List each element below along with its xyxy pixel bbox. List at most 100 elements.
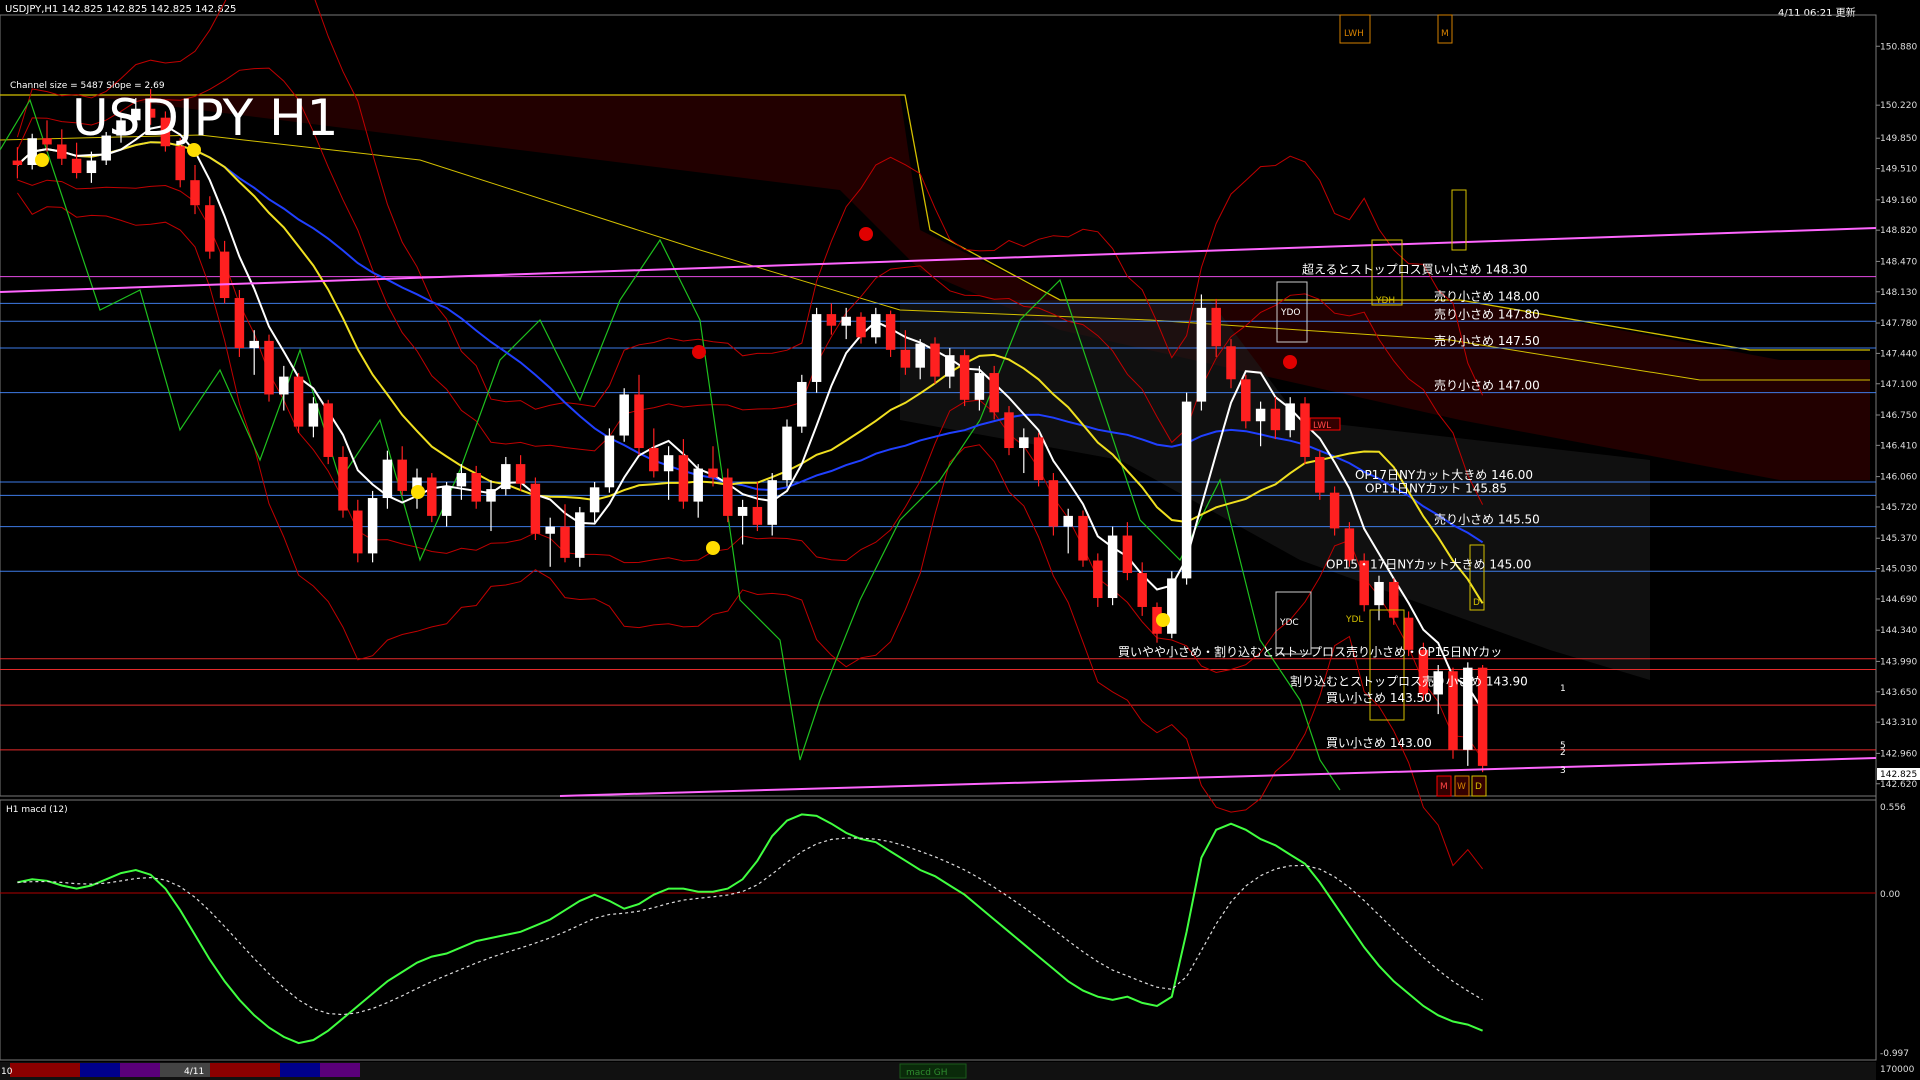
candle-body xyxy=(1255,408,1266,422)
indicator-title: H1 macd (12) xyxy=(6,805,68,815)
level-label: OP11日NYカット 145.85 xyxy=(1365,481,1507,495)
level-label: 買い小さめ 143.00 xyxy=(1326,736,1432,750)
indicator-plot-frame xyxy=(0,799,1877,1061)
candle-body xyxy=(205,205,215,252)
candle-body xyxy=(989,373,999,413)
macd-axis-top: 0.556 xyxy=(1880,803,1906,813)
candle-body xyxy=(86,160,97,174)
candle-body xyxy=(945,355,955,377)
price-tick-label: 142.960 xyxy=(1880,749,1917,759)
svg-text:1: 1 xyxy=(1560,684,1566,694)
candle-body xyxy=(930,343,940,377)
candle-body xyxy=(782,426,792,481)
svg-text:M: M xyxy=(1441,29,1449,39)
svg-text:YDC: YDC xyxy=(1279,618,1299,628)
candle-body xyxy=(1137,573,1147,607)
level-label: 買い小さめ 143.50 xyxy=(1326,691,1432,705)
candle-body xyxy=(1389,581,1399,618)
timebar-date-label: 4/11 xyxy=(184,1067,204,1077)
candle-body xyxy=(797,381,807,427)
level-label: 割り込むとストップロス売り小さめ 143.90 xyxy=(1290,673,1528,688)
candle-body xyxy=(1181,401,1192,579)
current-price-label: 142.825 xyxy=(1880,770,1917,780)
candle-body xyxy=(1211,307,1221,347)
candle-body xyxy=(1033,437,1044,481)
candle-body xyxy=(234,298,245,349)
candle-body xyxy=(382,459,393,499)
candle-body xyxy=(723,477,733,516)
price-tick-label: 146.410 xyxy=(1880,441,1917,451)
candle-body xyxy=(663,455,674,472)
price-tick-label: 150.220 xyxy=(1880,101,1917,111)
indicator-tab-label: macd GH xyxy=(906,1068,948,1078)
candle-body xyxy=(1019,437,1029,449)
macd-axis-bottom: -0.997 xyxy=(1880,1049,1909,1059)
candle-body xyxy=(1270,408,1281,431)
level-label: 超えるとストップロス買い小さめ 148.30 xyxy=(1302,262,1527,277)
candle-body xyxy=(1241,379,1251,422)
candle-body xyxy=(560,526,570,558)
level-label: OP15・17日NYカット大きめ 145.00 xyxy=(1326,557,1531,571)
candle-body xyxy=(871,314,881,338)
channel-lower-line xyxy=(559,757,1877,797)
price-tick-label: 143.650 xyxy=(1880,688,1917,698)
svg-text:LWH: LWH xyxy=(1344,29,1364,39)
candle-body xyxy=(249,340,259,349)
candle-body xyxy=(264,340,274,395)
level-label: 売り小さめ 147.80 xyxy=(1434,306,1540,321)
candle-body xyxy=(1063,515,1073,527)
candle-body xyxy=(530,483,541,534)
candle-body xyxy=(486,489,496,502)
chart-window[interactable]: USDJPY,H1 142.825 142.825 142.825 142.82… xyxy=(0,0,1920,1080)
candle-body xyxy=(856,316,866,338)
price-tick-label: 147.440 xyxy=(1880,349,1917,359)
candle-body xyxy=(367,498,378,554)
candle-body xyxy=(501,464,511,490)
svg-text:2: 2 xyxy=(1560,748,1566,758)
candle-body xyxy=(619,394,629,436)
candle-body xyxy=(456,473,467,487)
candle-body xyxy=(441,486,452,516)
price-tick-label: 147.780 xyxy=(1880,319,1917,329)
price-tick-label: 145.030 xyxy=(1880,565,1917,575)
price-tick-label: 148.470 xyxy=(1880,257,1917,267)
candle-body xyxy=(1078,515,1088,561)
candle-body xyxy=(323,403,333,457)
candle-body xyxy=(279,376,289,395)
price-tick-label: 145.720 xyxy=(1880,503,1917,513)
candle-body xyxy=(915,343,925,368)
candle-body xyxy=(71,158,82,174)
candle-body xyxy=(841,316,851,326)
candle-body xyxy=(1004,412,1014,449)
candle-body xyxy=(767,480,777,525)
svg-text:W: W xyxy=(1457,782,1466,792)
candle-body xyxy=(634,394,644,449)
candle-body xyxy=(604,435,615,488)
candle-body xyxy=(1107,535,1118,599)
price-tick-label: 142.620 xyxy=(1880,780,1917,790)
candle-body xyxy=(42,138,52,145)
price-tick-label: 150.880 xyxy=(1880,42,1917,52)
candle-body xyxy=(1300,403,1310,457)
level-label: 売り小さめ 148.00 xyxy=(1434,288,1540,303)
svg-text:YDH: YDH xyxy=(1375,296,1395,306)
candle-body xyxy=(649,448,659,472)
price-chart[interactable]: LWH M YDO YDH YDC YDL LWL D M W D 1 5 2 xyxy=(0,0,1920,1080)
level-label: 買いやや小さめ・割り込むとストップロス売り小さめ・OP15日NYカッ xyxy=(1118,644,1502,659)
level-label: 売り小さめ 147.00 xyxy=(1434,378,1540,393)
price-tick-label: 144.690 xyxy=(1880,595,1917,605)
candle-body xyxy=(57,144,67,159)
candle-body xyxy=(589,487,600,513)
candle-body xyxy=(12,160,23,165)
price-axis-labels: 150.880 150.220 149.850 149.510 149.160 148.8… xyxy=(1876,42,1917,790)
candle-body xyxy=(1315,456,1325,493)
macd-line xyxy=(17,813,1483,1045)
candle-body xyxy=(515,464,526,484)
svg-text:D: D xyxy=(1475,782,1482,792)
candle-body xyxy=(427,477,437,516)
candle-body xyxy=(545,526,555,534)
volume-axis-label: 170000 xyxy=(1880,1065,1915,1075)
price-tick-label: 146.060 xyxy=(1880,473,1917,483)
price-tick-label: 148.130 xyxy=(1880,288,1917,298)
svg-text:M: M xyxy=(1440,782,1448,792)
